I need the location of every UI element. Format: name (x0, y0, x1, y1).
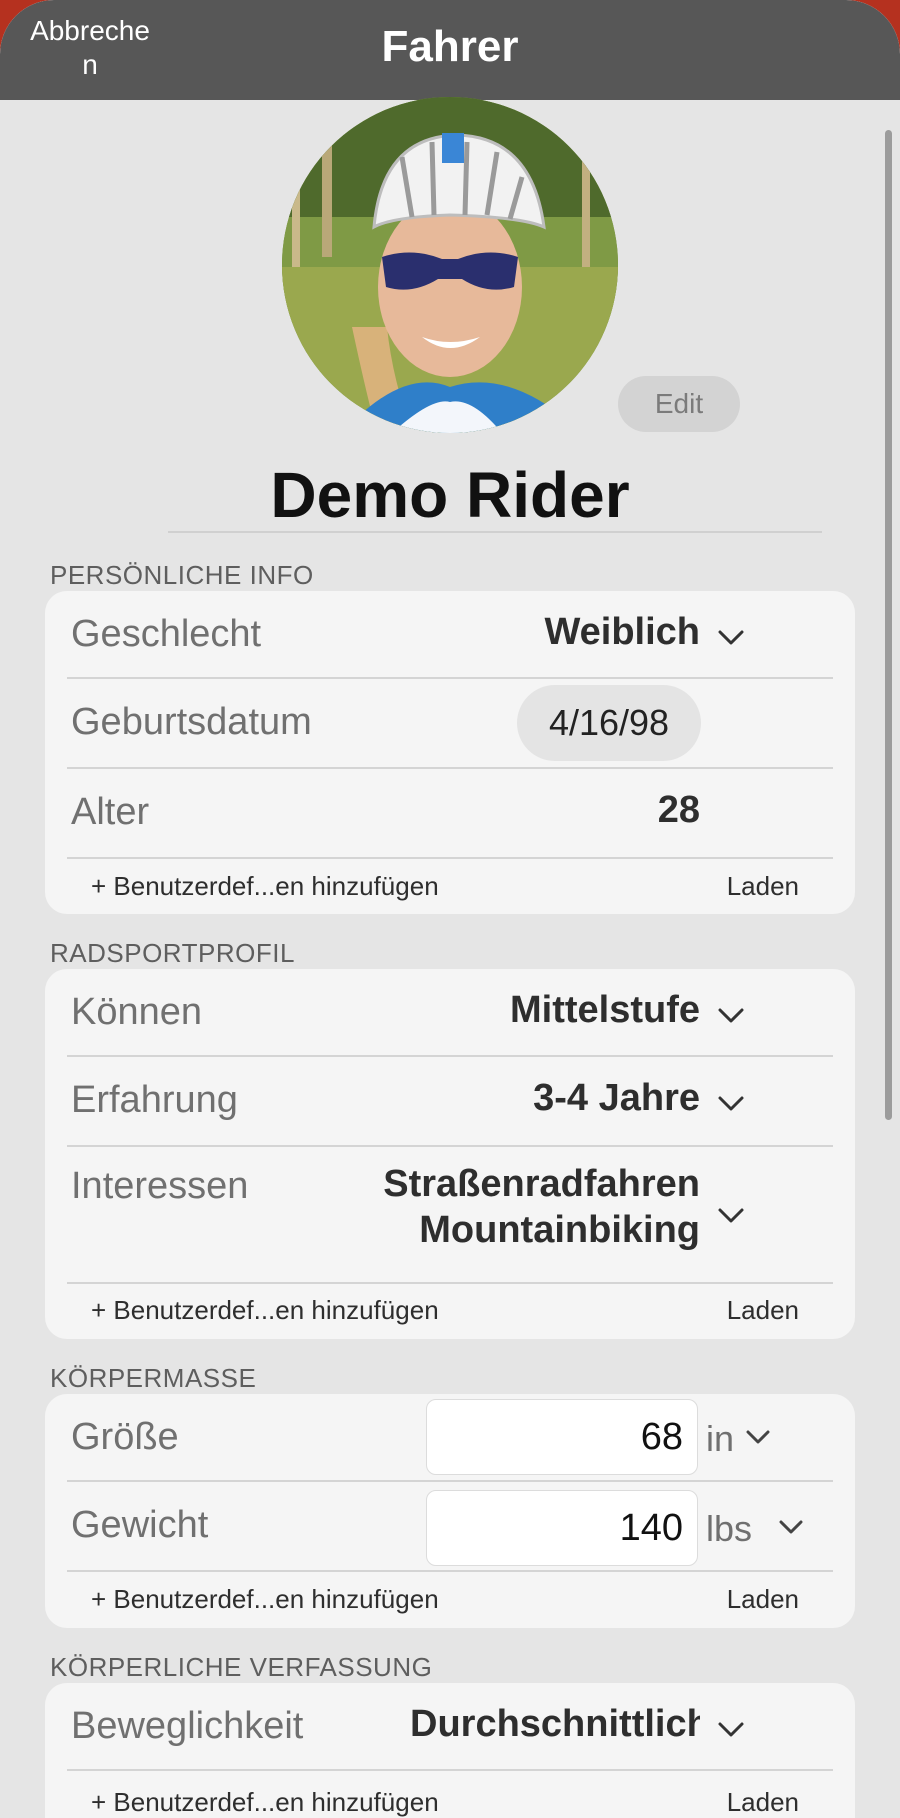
row-interests[interactable]: Interessen Straßenradfahren Mountainbiki… (67, 1147, 833, 1283)
birthdate-label: Geburtsdatum (71, 701, 312, 743)
avatar[interactable] (282, 97, 618, 433)
scroll-indicator[interactable] (885, 130, 892, 1120)
chevron-down-icon[interactable] (717, 1715, 745, 1743)
interests-label: Interessen (71, 1165, 249, 1207)
name-underline (168, 531, 822, 533)
section-header-personal: PERSÖNLICHE INFO (50, 560, 314, 590)
interests-value-1[interactable]: Straßenradfahren (383, 1163, 700, 1206)
gender-value[interactable]: Weiblich (544, 611, 700, 654)
weight-label: Gewicht (71, 1504, 209, 1546)
age-value: 28 (657, 789, 700, 831)
experience-value[interactable]: 3-4 Jahre (533, 1077, 700, 1120)
chevron-down-icon[interactable] (778, 1514, 804, 1540)
row-birthdate[interactable]: Geburtsdatum 4/16/98 (67, 679, 833, 767)
age-label: Alter (71, 791, 150, 833)
add-custom-field-button[interactable]: + Benutzerdef...en hinzufügen (91, 1584, 439, 1615)
nav-title: Fahrer (381, 22, 519, 71)
chevron-down-icon[interactable] (717, 623, 745, 651)
divider (67, 857, 833, 859)
load-button[interactable]: Laden (727, 1584, 799, 1615)
rider-name[interactable]: Demo Rider (0, 458, 900, 532)
birthdate-picker[interactable]: 4/16/98 (517, 685, 701, 761)
height-input[interactable] (426, 1399, 698, 1475)
height-label: Größe (71, 1416, 179, 1458)
chevron-down-icon[interactable] (745, 1424, 771, 1450)
divider (67, 1769, 833, 1771)
divider (67, 1570, 833, 1572)
row-flexibility[interactable]: Beweglichkeit Durchschnittlich (67, 1683, 833, 1770)
add-custom-field-button[interactable]: + Benutzerdef...en hinzufügen (91, 871, 439, 902)
height-unit[interactable]: in (706, 1418, 734, 1460)
skill-label: Können (71, 991, 203, 1033)
row-age: Alter 28 (67, 769, 833, 857)
load-button[interactable]: Laden (727, 871, 799, 902)
experience-label: Erfahrung (71, 1079, 238, 1121)
flexibility-value[interactable]: Durchschnittlich (410, 1703, 700, 1746)
row-gender[interactable]: Geschlecht Weiblich (67, 591, 833, 678)
section-header-physical: KÖRPERLICHE VERFASSUNG (50, 1652, 433, 1682)
chevron-down-icon[interactable] (717, 1089, 745, 1117)
add-custom-field-button[interactable]: + Benutzerdef...en hinzufügen (91, 1295, 439, 1326)
section-header-body: KÖRPERMASSE (50, 1363, 257, 1393)
row-skill[interactable]: Können Mittelstufe (67, 969, 833, 1056)
nav-bar: Abbrechen Fahrer (0, 0, 900, 100)
edit-photo-button[interactable]: Edit (618, 376, 740, 432)
rider-photo (282, 97, 618, 433)
weight-unit[interactable]: lbs (706, 1508, 752, 1550)
card-physical: Beweglichkeit Durchschnittlich + Benutze… (45, 1683, 855, 1818)
weight-input[interactable] (426, 1490, 698, 1566)
flexibility-label: Beweglichkeit (71, 1705, 304, 1747)
gender-label: Geschlecht (71, 613, 262, 655)
section-header-cycling: RADSPORTPROFIL (50, 938, 295, 968)
divider (67, 1282, 833, 1284)
add-custom-field-button[interactable]: + Benutzerdef...en hinzufügen (91, 1787, 439, 1818)
interests-value-2[interactable]: Mountainbiking (419, 1209, 700, 1252)
screen: Abbrechen Fahrer Edit Demo Rider PERSÖNL… (0, 0, 900, 1818)
card-personal: Geschlecht Weiblich Geburtsdatum 4/16/98… (45, 591, 855, 914)
row-experience[interactable]: Erfahrung 3-4 Jahre (67, 1057, 833, 1145)
load-button[interactable]: Laden (727, 1787, 799, 1818)
chevron-down-icon[interactable] (717, 1001, 745, 1029)
card-cycling: Können Mittelstufe Erfahrung 3-4 Jahre I… (45, 969, 855, 1339)
load-button[interactable]: Laden (727, 1295, 799, 1326)
chevron-down-icon[interactable] (717, 1201, 745, 1229)
card-body: Größe in Gewicht lbs + Benutzerdef...en … (45, 1394, 855, 1628)
skill-value[interactable]: Mittelstufe (510, 989, 700, 1032)
